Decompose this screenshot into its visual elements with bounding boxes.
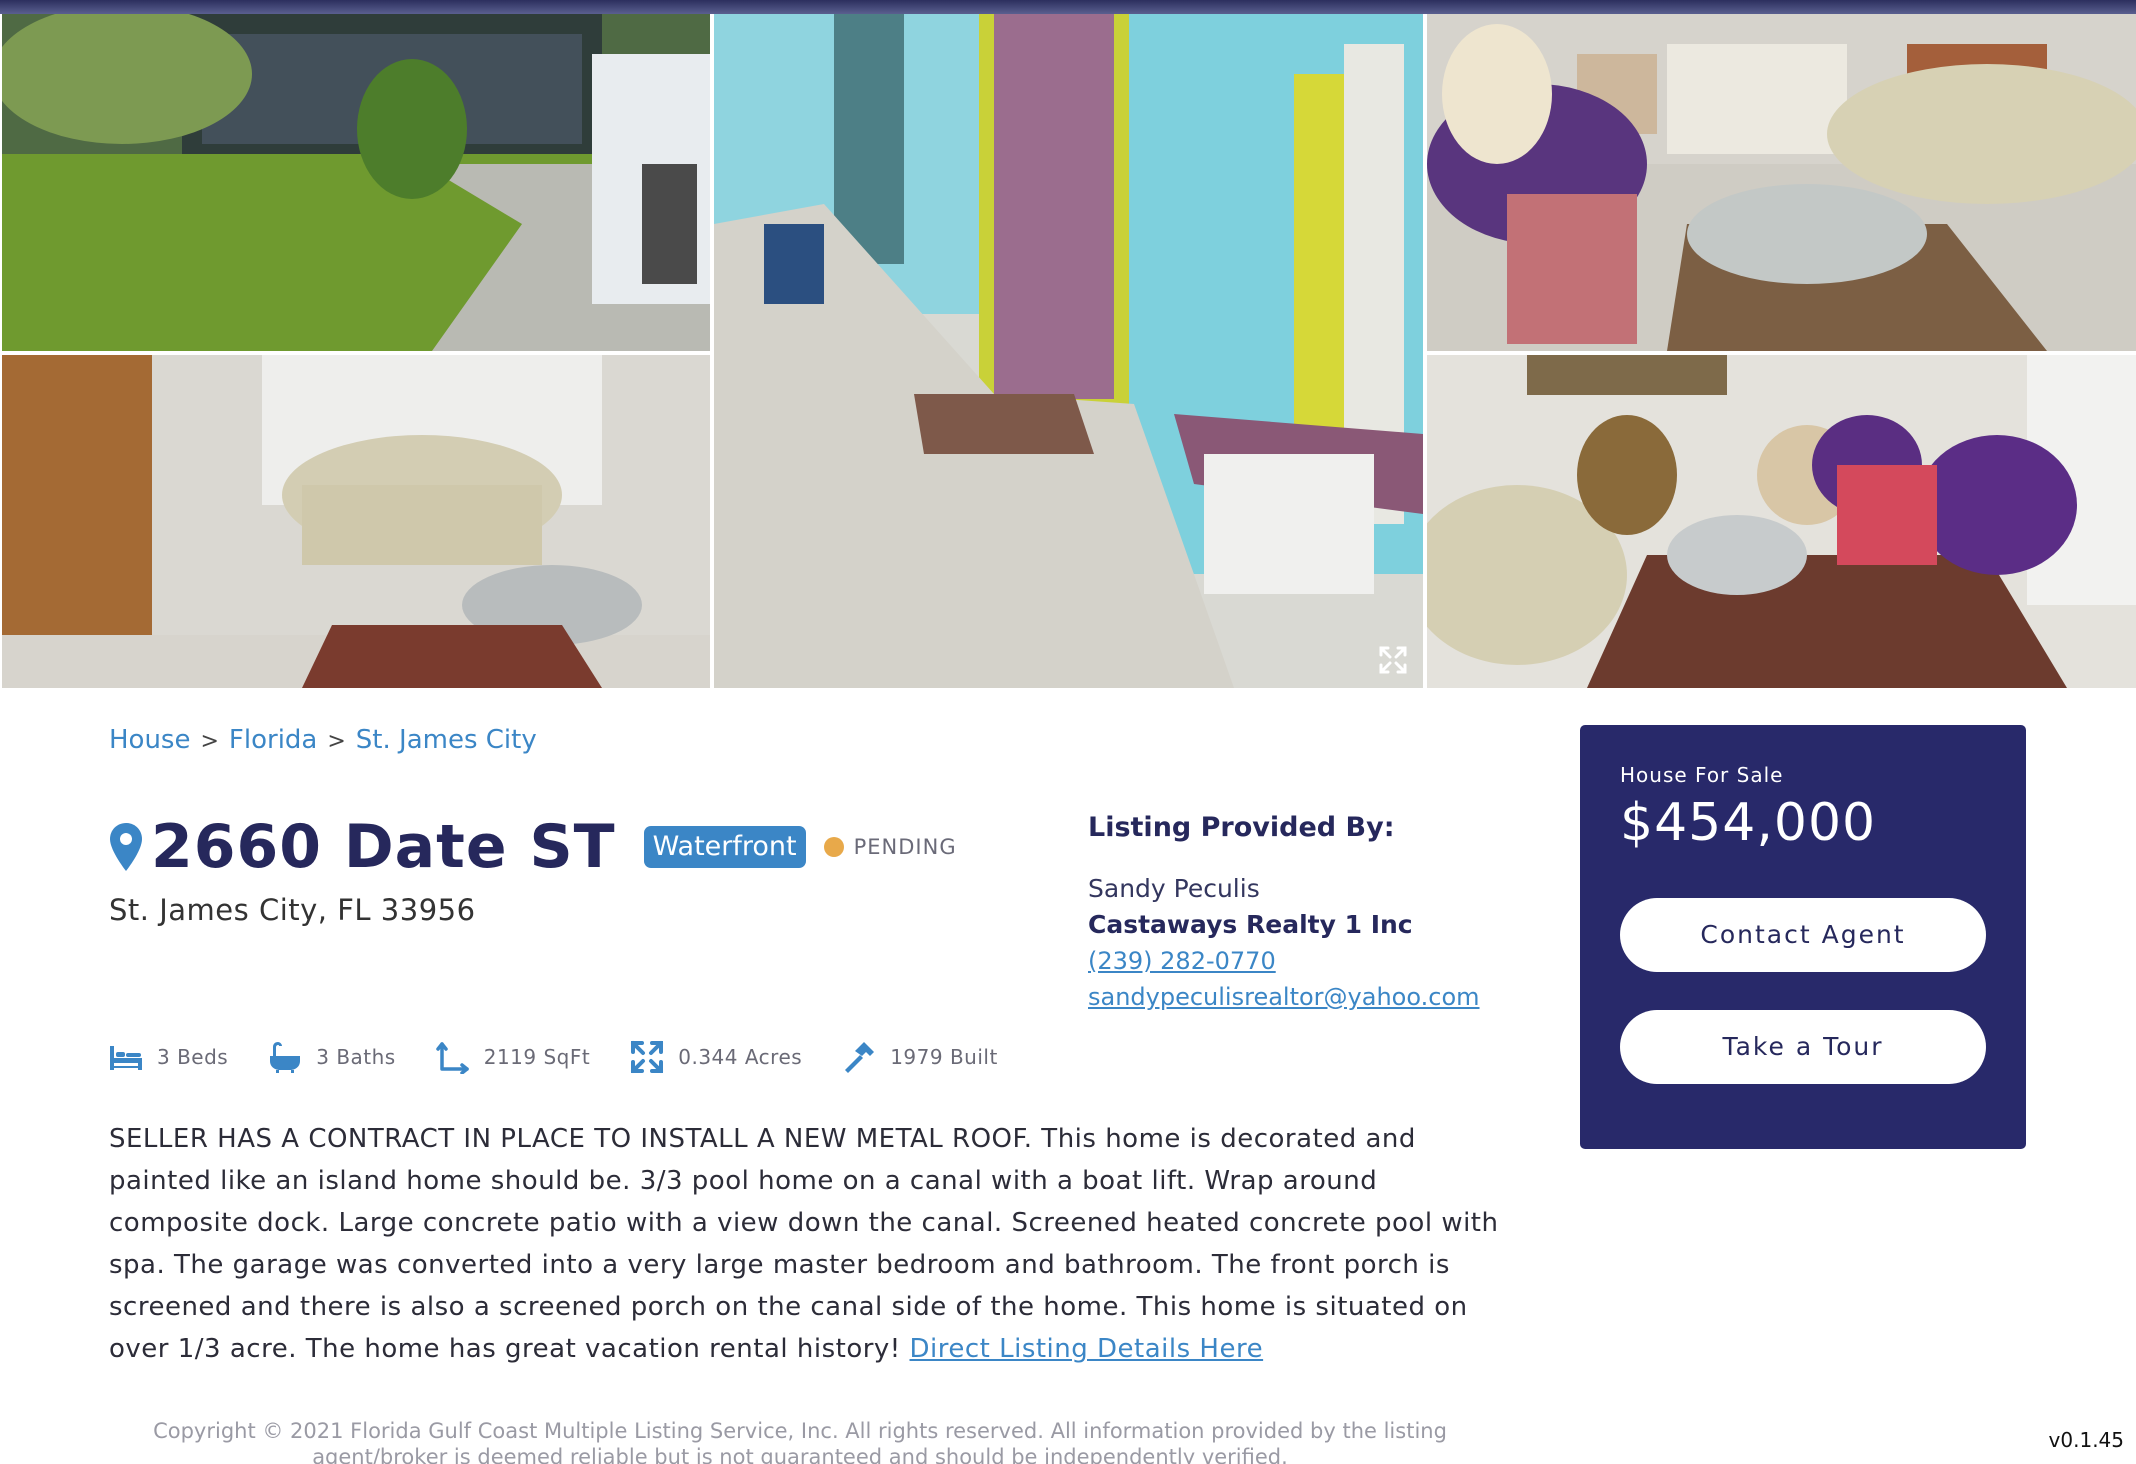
breadcrumb: House > Florida > St. James City (109, 725, 537, 755)
agent-email-link[interactable]: sandypeculisrealtor@yahoo.com (1088, 983, 1480, 1011)
price-card: House For Sale $454,000 Contact Agent Ta… (1580, 725, 2026, 1149)
property-features: 3 Beds 3 Baths 2119 SqFt 0.344 Acres 197… (109, 1040, 1038, 1074)
baths-label: 3 Baths (316, 1045, 396, 1069)
bathtub-icon (270, 1042, 301, 1073)
feature-acres: 0.344 Acres (630, 1040, 802, 1074)
photo-gallery (0, 0, 2136, 689)
feature-beds: 3 Beds (109, 1040, 228, 1074)
hammer-icon (845, 1042, 875, 1073)
provider-heading: Listing Provided By: (1088, 812, 1395, 843)
breadcrumb-city[interactable]: St. James City (356, 725, 537, 755)
listing-price: $454,000 (1620, 793, 1877, 853)
area-icon (435, 1042, 469, 1074)
description-text: SELLER HAS A CONTRACT IN PLACE TO INSTAL… (109, 1124, 1499, 1364)
fullscreen-icon[interactable] (1378, 645, 1408, 675)
gallery-photo-yard[interactable] (2, 14, 710, 351)
status-badge: PENDING (823, 835, 957, 859)
pin-icon (110, 823, 142, 871)
gallery-top-shadow (0, 0, 2136, 14)
take-tour-button[interactable]: Take a Tour (1620, 1010, 1986, 1084)
agent-phone-link[interactable]: (239) 282-0770 (1088, 947, 1276, 975)
gallery-photo-porch[interactable] (714, 14, 1423, 688)
street-address: 2660 Date ST (151, 812, 616, 882)
feature-built: 1979 Built (842, 1040, 998, 1074)
city-state-zip: St. James City, FL 33956 (109, 893, 476, 927)
expand-arrows-icon (631, 1041, 664, 1073)
gallery-photo-lounge[interactable] (1427, 14, 2136, 351)
gallery-photo-sitting-area[interactable] (1427, 355, 2136, 688)
direct-listing-link[interactable]: Direct Listing Details Here (910, 1334, 1264, 1364)
breadcrumb-separator: > (200, 729, 219, 754)
sale-type-label: House For Sale (1620, 763, 1784, 787)
version-label: v0.1.45 (2048, 1428, 2124, 1452)
listing-description: SELLER HAS A CONTRACT IN PLACE TO INSTAL… (109, 1118, 1509, 1370)
beds-label: 3 Beds (157, 1045, 229, 1069)
address-header: 2660 Date ST Waterfront PENDING (109, 812, 957, 882)
copyright-notice: Copyright © 2021 Florida Gulf Coast Mult… (153, 1419, 1447, 1464)
status-label: PENDING (853, 835, 957, 859)
breadcrumb-house[interactable]: House (109, 725, 190, 755)
status-dot (823, 837, 844, 857)
office-name: Castaways Realty 1 Inc (1088, 910, 1413, 939)
bed-icon (110, 1046, 142, 1070)
waterfront-badge: Waterfront (643, 826, 806, 868)
built-label: 1979 Built (890, 1045, 998, 1069)
breadcrumb-florida[interactable]: Florida (229, 725, 317, 755)
acres-label: 0.344 Acres (678, 1045, 803, 1069)
feature-baths: 3 Baths (268, 1040, 396, 1074)
contact-agent-button[interactable]: Contact Agent (1620, 898, 1986, 972)
listing-provider: Listing Provided By: Sandy Peculis Casta… (1088, 812, 1528, 1015)
breadcrumb-separator: > (327, 729, 346, 754)
feature-sqft: 2119 SqFt (435, 1040, 591, 1074)
sqft-label: 2119 SqFt (483, 1045, 591, 1069)
agent-name: Sandy Peculis (1088, 874, 1260, 903)
gallery-photo-living-room[interactable] (2, 355, 710, 688)
